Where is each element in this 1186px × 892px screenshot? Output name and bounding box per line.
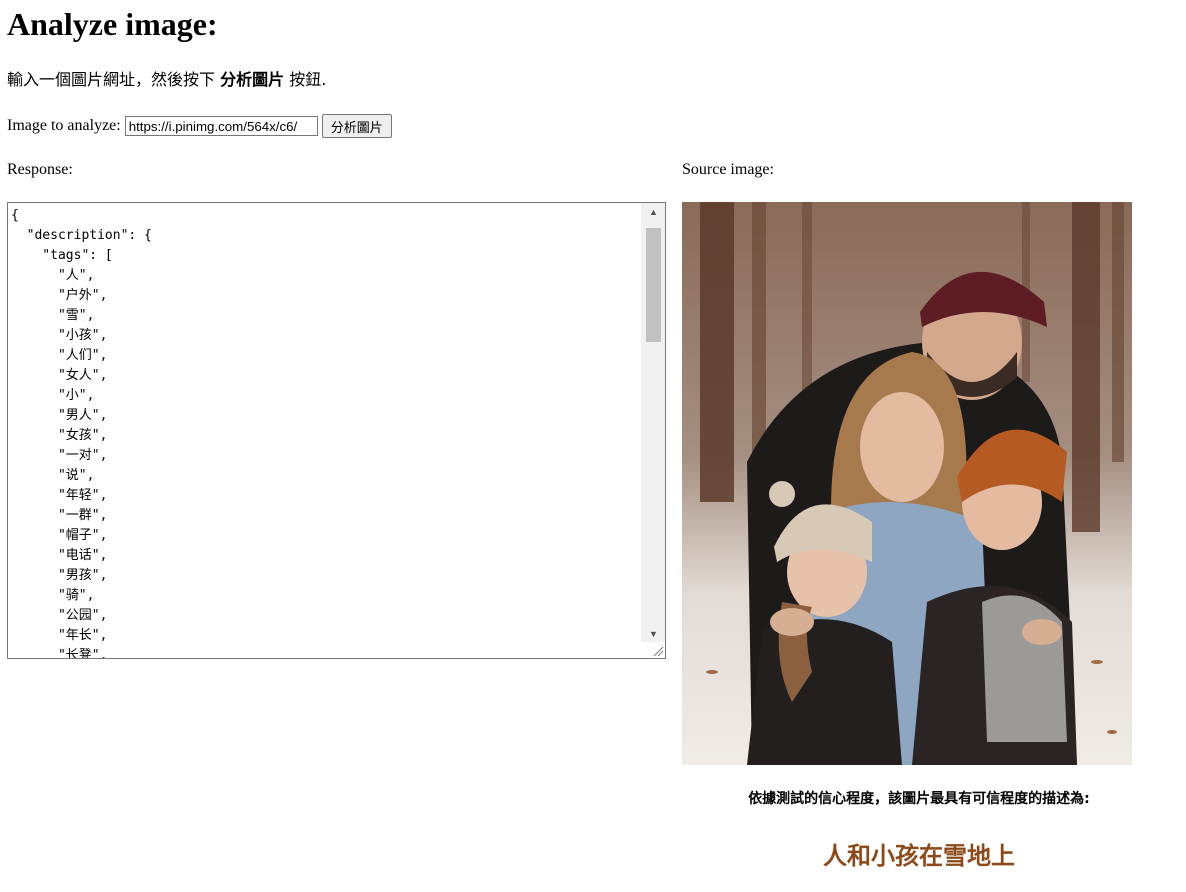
- response-json-line: "年长",: [11, 628, 108, 643]
- response-json-line: "人们",: [11, 348, 108, 363]
- response-json-line: "女人",: [11, 368, 108, 383]
- response-json-line: "description": {: [11, 228, 152, 243]
- response-label: Response:: [7, 161, 73, 178]
- response-json-line: "男孩",: [11, 568, 108, 583]
- response-json-line: "男人",: [11, 408, 108, 423]
- analyze-form: Image to analyze: 分析圖片: [7, 113, 392, 139]
- response-json-line: {: [11, 208, 19, 223]
- source-image-label: Source image:: [682, 161, 774, 178]
- page-title: Analyze image:: [7, 6, 218, 42]
- response-json-line: "人",: [11, 268, 95, 283]
- instructions: 輸入一個圖片網址，然後按下 分析圖片 按鈕.: [7, 68, 326, 92]
- source-image: [682, 202, 1132, 765]
- response-json-line: "tags": [: [11, 248, 113, 263]
- response-textarea[interactable]: { "description": { "tags": [ "人", "户外", …: [7, 202, 666, 659]
- response-json-line: "小孩",: [11, 328, 108, 343]
- analyze-button[interactable]: 分析圖片: [321, 114, 392, 138]
- resize-grip-icon[interactable]: [652, 645, 664, 657]
- response-json-line: "骑",: [11, 588, 95, 603]
- response-json-line: "一群",: [11, 508, 108, 523]
- response-json-line: "电话",: [11, 548, 108, 563]
- response-scrollbar[interactable]: ▲ ▼: [641, 203, 665, 642]
- response-json-line: "小",: [11, 388, 95, 403]
- response-json-line: "长凳",: [11, 648, 108, 659]
- instructions-text: 輸入一個圖片網址，然後按下: [7, 70, 221, 89]
- instructions-button-ref: 分析圖片: [220, 70, 285, 89]
- scroll-up-icon[interactable]: ▲: [642, 203, 665, 220]
- instructions-suffix: 按鈕.: [284, 70, 327, 89]
- response-json-line: "年轻",: [11, 488, 108, 503]
- image-caption: 人和小孩在雪地上: [823, 842, 1015, 870]
- response-json-line: "帽子",: [11, 528, 108, 543]
- response-json-line: "一对",: [11, 448, 108, 463]
- image-url-input[interactable]: [124, 116, 318, 136]
- response-json-line: "女孩",: [11, 428, 108, 443]
- image-url-label: Image to analyze:: [7, 117, 121, 134]
- response-json-line: "公园",: [11, 608, 108, 623]
- response-json-line: "说",: [11, 468, 95, 483]
- response-json-text: { "description": { "tags": [ "人", "户外", …: [11, 206, 152, 659]
- scroll-thumb[interactable]: [646, 228, 661, 342]
- scroll-down-icon[interactable]: ▼: [642, 625, 665, 642]
- response-json-line: "雪",: [11, 308, 95, 323]
- response-json-line: "户外",: [11, 288, 108, 303]
- caption-intro: 依據測試的信心程度，該圖片最具有可信程度的描述為:: [748, 791, 1090, 807]
